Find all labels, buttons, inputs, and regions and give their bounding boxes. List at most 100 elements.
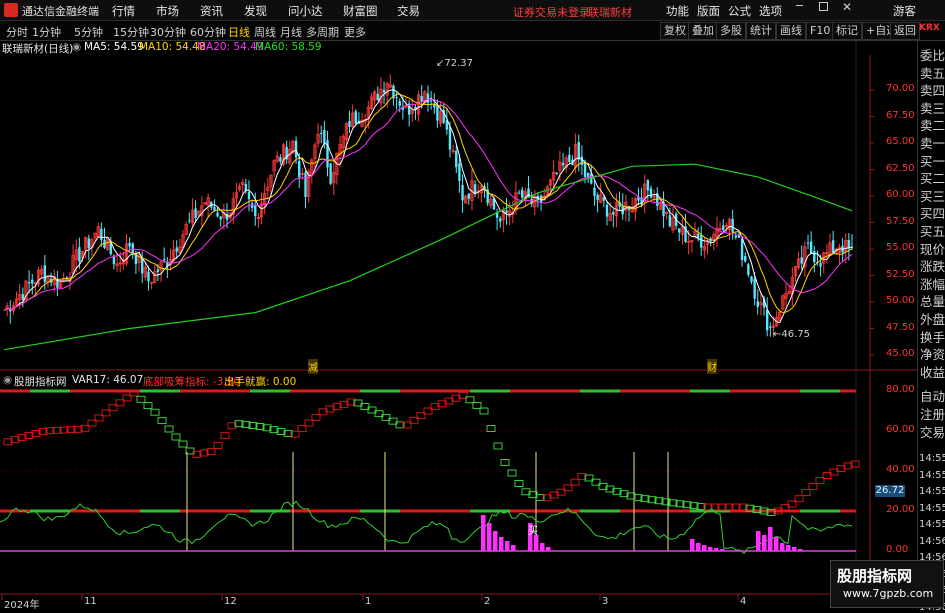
candle-body	[87, 238, 90, 249]
side-lower-label[interactable]: 自动	[920, 386, 945, 405]
candle-body	[461, 184, 464, 201]
candle-body	[320, 132, 323, 134]
candle-body	[294, 140, 298, 158]
candle-body	[731, 218, 734, 233]
ma10-value: MA10: 54.48	[139, 41, 206, 53]
candle-body	[458, 163, 461, 181]
oscillator-line	[0, 500, 853, 555]
candle-body	[279, 157, 282, 162]
ma60-line	[3, 163, 853, 351]
ma5-value: MA5: 54.59	[84, 41, 144, 53]
histogram-bar	[511, 545, 516, 551]
indicator-step-box	[143, 402, 153, 410]
indicator-step-box	[801, 489, 811, 497]
candle-body	[175, 247, 178, 252]
side-time: 14:56	[919, 535, 945, 547]
high-marker: ↙72.37	[436, 58, 474, 69]
candle-body	[429, 100, 433, 102]
histogram-bar	[499, 537, 504, 551]
time-tick: 12	[224, 596, 237, 607]
candle-body	[31, 279, 34, 284]
time-tick: 2	[484, 596, 491, 607]
candle-body	[769, 326, 772, 328]
event-cai[interactable]: 财	[707, 359, 717, 374]
side-label: 买三	[920, 188, 945, 204]
side-lower-label[interactable]: 注册	[920, 404, 945, 423]
candle-body	[646, 180, 650, 191]
candle-body	[188, 220, 191, 222]
side-lower-label[interactable]: 交易	[920, 422, 945, 441]
time-tick: 3	[602, 596, 609, 607]
candle-body	[348, 120, 351, 127]
indicator-step-box	[808, 483, 818, 490]
candle-body	[254, 205, 257, 217]
price-tick: 57.50	[886, 215, 915, 227]
candle-body	[649, 188, 653, 198]
candle-body	[382, 89, 386, 93]
candle-body	[162, 259, 166, 261]
histogram-bar	[786, 545, 791, 551]
ma-toggle-icon[interactable]: ◉	[72, 41, 81, 53]
indicator-toggle-icon[interactable]: ◉	[3, 374, 12, 386]
candle-body	[766, 309, 769, 331]
side-time: 14:55	[919, 519, 945, 530]
histogram-bar	[690, 539, 695, 551]
side-time: 14:55	[919, 486, 945, 497]
histogram-bar	[798, 549, 803, 551]
ma10-line	[3, 93, 853, 314]
indicator-step-box	[213, 441, 223, 449]
candle-body	[605, 204, 609, 217]
event-jian[interactable]: 减	[308, 359, 318, 374]
side-label: 总量	[920, 294, 945, 310]
indicator-step-box	[157, 417, 167, 425]
candle-body	[517, 192, 521, 194]
candle-body	[586, 172, 590, 178]
price-tick: 62.50	[886, 162, 915, 174]
candle-body	[27, 282, 31, 284]
time-tick: 1	[365, 596, 372, 607]
histogram-bar	[534, 535, 539, 551]
indicator-tick: 80.00	[886, 384, 915, 395]
time-tick: 11	[84, 596, 97, 607]
side-label: 卖四	[920, 83, 945, 99]
indicator-step-box	[311, 413, 321, 421]
candle-body	[436, 104, 439, 121]
histogram-bar	[696, 543, 701, 551]
price-tick: 55.00	[886, 242, 915, 253]
indicator-name: 股朋指标网	[14, 376, 67, 388]
candle-body	[147, 271, 150, 282]
price-tick: 60.00	[886, 189, 915, 200]
price-tick: 45.00	[886, 348, 915, 359]
histogram-bar	[792, 547, 797, 551]
price-tick: 70.00	[886, 83, 915, 94]
candle-body	[555, 172, 558, 174]
candle-body	[473, 184, 477, 194]
candle-body	[455, 150, 458, 168]
side-time: 14:55	[919, 469, 945, 481]
histogram-bar	[768, 527, 773, 551]
indicator-tick: 60.00	[886, 424, 915, 435]
watermark-url: www.7gpzb.com	[843, 587, 934, 600]
side-label: 卖三	[920, 100, 945, 116]
ma60-value: MA60: 58.59	[255, 41, 322, 53]
low-marker: ←46.75	[773, 329, 811, 340]
candle-body	[21, 294, 25, 300]
candle-body	[756, 301, 759, 307]
side-time: 14:55	[919, 453, 945, 464]
candle-body	[568, 154, 571, 162]
side-time: 14:55	[919, 502, 945, 514]
price-tick: 52.50	[886, 268, 915, 280]
indicator-step-box	[171, 433, 181, 441]
candle-body	[395, 97, 398, 99]
candle-body	[398, 100, 401, 106]
histogram-bar	[780, 543, 785, 551]
kline-chart[interactable]	[0, 0, 945, 609]
watermark: 股朋指标网 www.7gpzb.com	[830, 560, 944, 608]
candle-body	[593, 187, 596, 196]
indicator-step-box	[220, 432, 230, 440]
candle-body	[577, 141, 580, 160]
candle-body	[376, 93, 379, 101]
candle-body	[831, 240, 835, 254]
candle-body	[800, 257, 803, 264]
candle-body	[744, 256, 747, 262]
